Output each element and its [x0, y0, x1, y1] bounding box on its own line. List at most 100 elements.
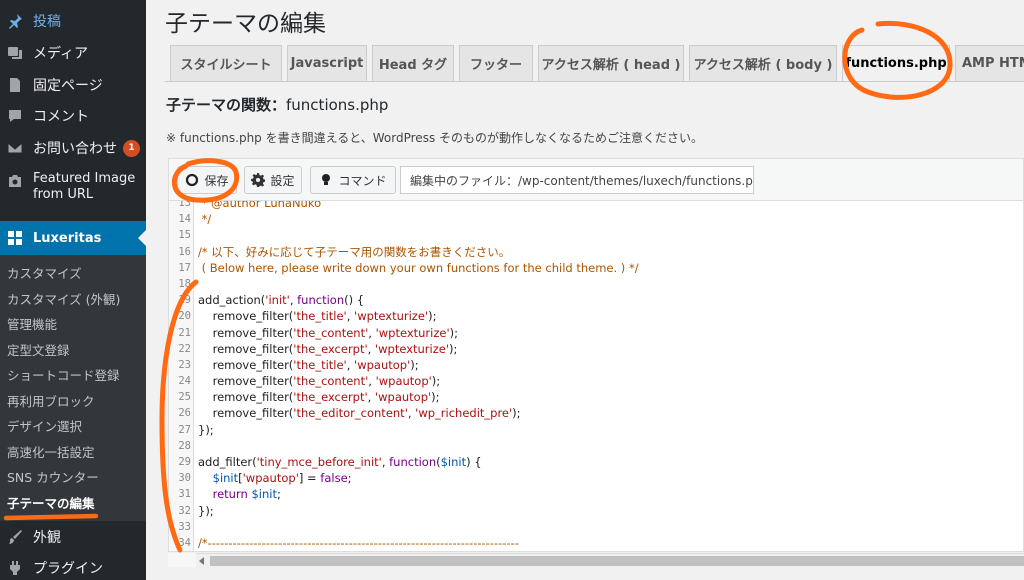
code-text: remove_filter('the_excerpt', 'wpautop');: [198, 390, 440, 405]
file-heading-prefix: 子テーマの関数：: [166, 96, 287, 114]
line-number: 27: [178, 423, 191, 436]
code-line[interactable]: 32});: [169, 503, 1023, 519]
code-line[interactable]: 18: [169, 276, 1023, 292]
code-line[interactable]: 27});: [169, 422, 1023, 438]
code-line[interactable]: 13 * @author LunaNuko: [169, 200, 1023, 211]
plugin-icon: [5, 558, 25, 578]
code-text: ( Below here, please write down your own…: [198, 260, 639, 275]
code-line[interactable]: 26 remove_filter('the_editor_content', '…: [169, 405, 1023, 421]
sidebar-item-pages[interactable]: 固定ページ: [0, 72, 146, 98]
sidebar-item-label: Luxeritas: [33, 230, 102, 246]
line-number: 30: [178, 472, 191, 485]
command-button-label: コマンド: [338, 173, 387, 188]
tab-amp-html[interactable]: AMP HTML: [955, 45, 1024, 81]
code-text: add_filter('tiny_mce_before_init', funct…: [198, 455, 482, 469]
code-line[interactable]: 19 add_action('init', function() {: [169, 292, 1023, 308]
sidebar-item-luxeritas[interactable]: Luxeritas: [0, 221, 146, 255]
scrollbar-thumb[interactable]: [210, 556, 1024, 566]
line-number: 26: [178, 407, 191, 420]
code-line[interactable]: 31 return $init;: [169, 486, 1023, 502]
tab-analytics-head[interactable]: アクセス解析 ( head ): [538, 45, 684, 81]
submenu-item[interactable]: デザイン選択: [7, 416, 82, 435]
code-text: return $init;: [212, 487, 281, 502]
sidebar-item-label: Featured Image from URL: [33, 171, 136, 202]
warning-notice: ※ functions.php を書き間違えると、WordPress そのものが…: [166, 131, 704, 145]
code-line[interactable]: 15: [169, 227, 1023, 243]
sidebar-item-label: コメント: [33, 109, 89, 125]
sidebar-item-label: プラグイン: [33, 561, 103, 577]
code-text: add_action('init', function() {: [198, 293, 365, 308]
submenu-item[interactable]: ショートコード登録: [7, 365, 120, 384]
camera-icon: [5, 171, 25, 191]
submenu-item-current[interactable]: 子テーマの編集: [7, 493, 95, 512]
code-line[interactable]: 28: [169, 438, 1023, 454]
submenu-item[interactable]: カスタマイズ (外観): [7, 289, 120, 308]
code-line[interactable]: 21 remove_filter('the_content', 'wptextu…: [169, 325, 1023, 341]
code-line[interactable]: 34 /*------------------------------------…: [169, 535, 1023, 551]
code-editor[interactable]: 13 * @author LunaNuko 14 */15 16 /* 以下、好みに応…: [168, 200, 1024, 552]
sidebar-item-appearance[interactable]: 外観: [0, 524, 146, 550]
pin-icon: [5, 11, 25, 31]
page-title: 子テーマの編集: [165, 11, 326, 37]
submenu-item[interactable]: SNS カウンター: [7, 467, 99, 486]
submenu-item[interactable]: カスタマイズ: [7, 263, 82, 282]
submenu-item[interactable]: 高速化一括設定: [7, 442, 95, 461]
code-text: /* 以下、好みに応じて子テーマ用の関数をお書きください。: [198, 244, 511, 259]
line-number: 14: [178, 213, 191, 226]
editor-tabs: スタイルシート Javascript Head タグ フッター アクセス解析 (…: [170, 45, 1024, 81]
grid-icon: [5, 228, 25, 248]
tab-head-tag[interactable]: Head タグ: [372, 45, 454, 81]
page-icon: [5, 75, 25, 95]
save-button[interactable]: 保存: [177, 166, 237, 194]
code-line[interactable]: 24 remove_filter('the_content', 'wpautop…: [169, 373, 1023, 389]
lightbulb-icon: [319, 173, 333, 187]
sidebar-item-label: お問い合わせ: [33, 141, 117, 157]
sidebar-item-posts[interactable]: 投稿: [0, 8, 146, 34]
horizontal-scrollbar[interactable]: [196, 553, 1024, 567]
sidebar-item-comments[interactable]: コメント: [0, 103, 146, 129]
notification-badge: 1: [123, 139, 140, 157]
sidebar-item-contact[interactable]: お問い合わせ 1: [0, 135, 146, 161]
scroll-left-icon[interactable]: [199, 557, 204, 565]
line-number: 16: [178, 245, 191, 258]
code-line[interactable]: 22 remove_filter('the_excerpt', 'wptextu…: [169, 341, 1023, 357]
current-file-field: 編集中のファイル：/wp-content/themes/luxech/funct…: [400, 166, 754, 194]
line-number: 34: [178, 536, 191, 549]
line-number: 25: [178, 391, 191, 404]
submenu-item[interactable]: 管理機能: [7, 314, 57, 333]
submenu-item[interactable]: 定型文登録: [7, 340, 70, 359]
sidebar-item-media[interactable]: メディア: [0, 40, 146, 66]
code-line[interactable]: 25 remove_filter('the_excerpt', 'wpautop…: [169, 389, 1023, 405]
code-line[interactable]: 16 /* 以下、好みに応じて子テーマ用の関数をお書きください。: [169, 244, 1023, 260]
code-line[interactable]: 23 remove_filter('the_title', 'wpautop')…: [169, 357, 1023, 373]
tab-functions-php[interactable]: functions.php: [842, 45, 950, 81]
code-line[interactable]: 30 $init['wpautop'] = false;: [169, 470, 1023, 486]
code-line[interactable]: 33: [169, 519, 1023, 535]
tab-footer[interactable]: フッター: [459, 45, 533, 81]
code-line[interactable]: 17 ( Below here, please write down your …: [169, 260, 1023, 276]
mail-icon: [5, 138, 25, 158]
code-line[interactable]: 29 add_filter('tiny_mce_before_init', fun…: [169, 454, 1023, 470]
sidebar-item-label: メディア: [33, 46, 89, 62]
code-line[interactable]: 35: [169, 551, 1024, 552]
save-button-label: 保存: [204, 173, 229, 188]
line-number: 13: [178, 200, 191, 209]
code-line[interactable]: 14 */: [169, 211, 1023, 227]
tab-stylesheet[interactable]: スタイルシート: [170, 45, 282, 81]
submenu-item[interactable]: 再利用ブロック: [7, 391, 95, 410]
sidebar-item-featured-image[interactable]: Featured Image from URL: [0, 171, 146, 217]
line-number: 33: [178, 520, 191, 533]
settings-button[interactable]: 設定: [244, 166, 302, 194]
command-button[interactable]: コマンド: [310, 166, 396, 194]
code-line[interactable]: 20 remove_filter('the_title', 'wptexturi…: [169, 308, 1023, 324]
tab-javascript[interactable]: Javascript: [287, 45, 367, 81]
sidebar-item-plugins[interactable]: プラグイン: [0, 555, 146, 580]
code-text: });: [198, 422, 214, 437]
tabs-divider: [165, 81, 1024, 82]
tab-analytics-body[interactable]: アクセス解析 ( body ): [689, 45, 837, 81]
line-number: 35: [169, 551, 194, 552]
